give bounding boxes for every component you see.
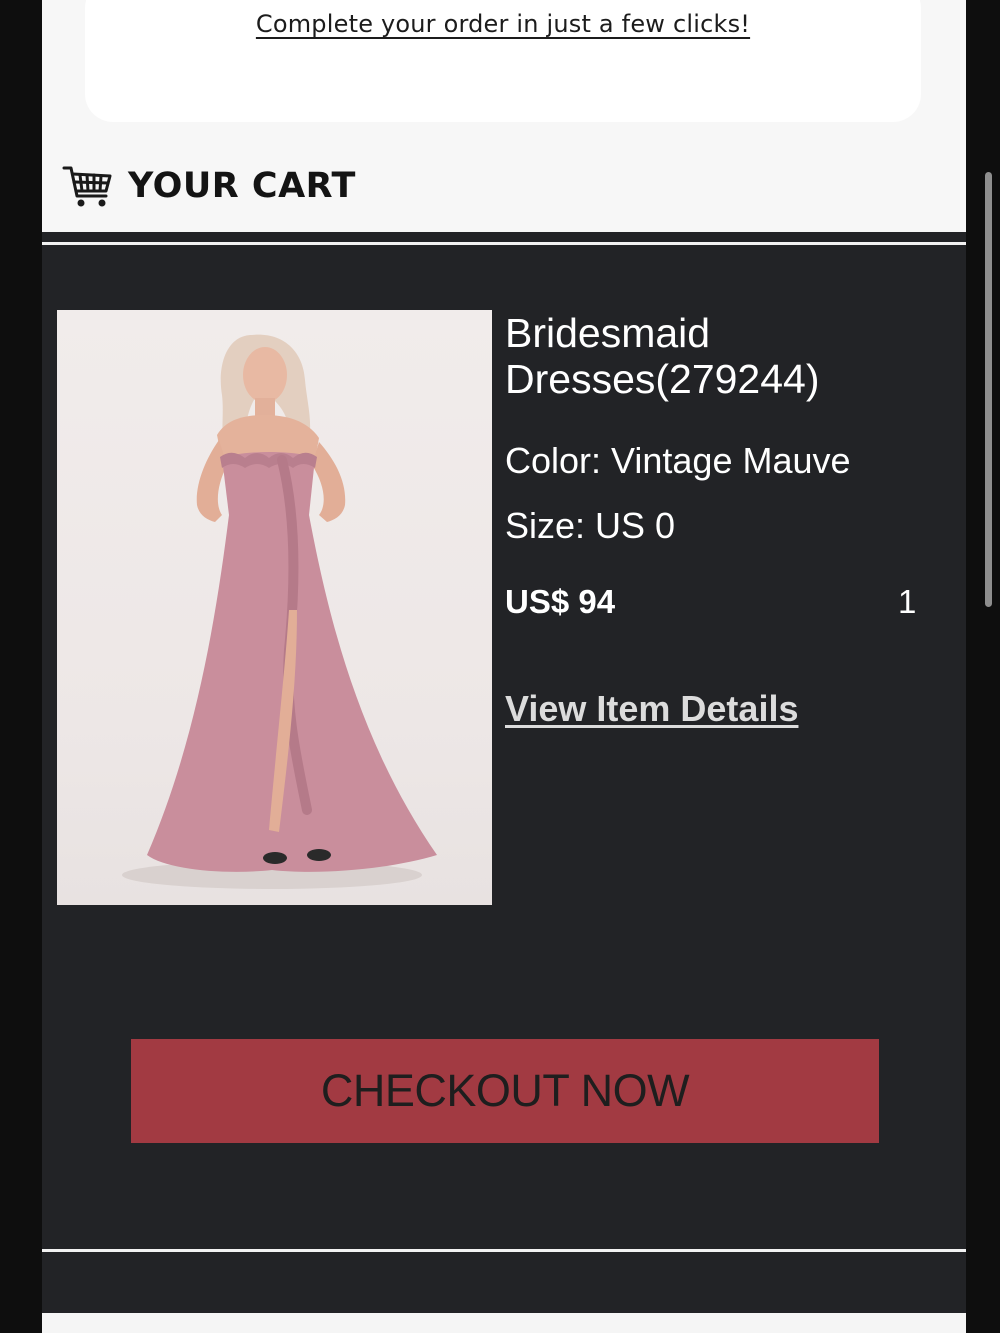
product-color: Color: Vintage Mauve bbox=[505, 440, 851, 481]
email-body: Complete your order in just a few clicks… bbox=[42, 0, 966, 1333]
product-name: Bridesmaid Dresses(279244) bbox=[505, 310, 820, 402]
header-band: Complete your order in just a few clicks… bbox=[42, 0, 966, 232]
product-price: US$ 94 bbox=[505, 583, 616, 620]
product-size: Size: US 0 bbox=[505, 505, 676, 546]
checkout-now-button[interactable]: CHECKOUT NOW bbox=[131, 1039, 879, 1143]
product-image[interactable] bbox=[57, 310, 492, 905]
divider-top bbox=[42, 242, 966, 245]
divider-bottom bbox=[42, 1249, 966, 1252]
cart-header: YOUR CART bbox=[62, 158, 356, 214]
promo-card: Complete your order in just a few clicks… bbox=[85, 0, 921, 122]
dress-model-illustration bbox=[122, 334, 437, 889]
view-item-details-link[interactable]: View Item Details bbox=[505, 688, 798, 730]
product-quantity: 1 bbox=[898, 583, 917, 620]
shopping-cart-icon bbox=[62, 166, 112, 207]
cart-title: YOUR CART bbox=[128, 166, 356, 206]
complete-order-link[interactable]: Complete your order in just a few clicks… bbox=[85, 10, 921, 38]
scrollbar[interactable] bbox=[985, 172, 992, 607]
footer-band bbox=[42, 1313, 966, 1333]
product-info: Bridesmaid Dresses(279244) Color: Vintag… bbox=[505, 310, 945, 729]
screen: Complete your order in just a few clicks… bbox=[0, 0, 1000, 1333]
